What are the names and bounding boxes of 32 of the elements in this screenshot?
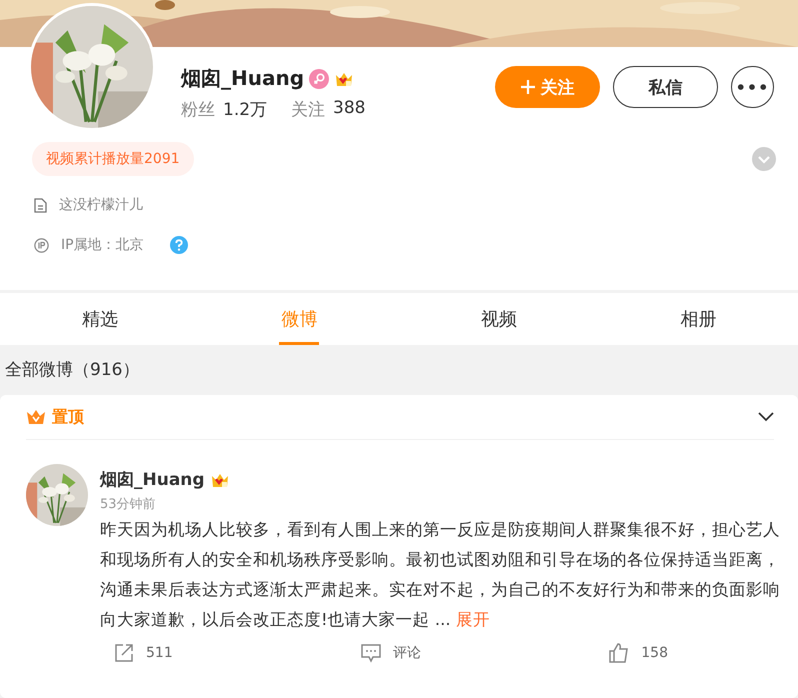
more-button[interactable]: ••• [731, 66, 774, 108]
message-button[interactable]: 私信 [613, 66, 718, 108]
comment-icon [361, 643, 381, 663]
bio-text: 这没柠檬汁儿 [59, 196, 143, 214]
like-button[interactable]: 158 [609, 641, 668, 665]
plus-icon [520, 80, 534, 94]
crown-icon [26, 408, 46, 426]
pinned-label: 置顶 [52, 406, 84, 428]
ip-location-text: IP属地：北京 [61, 236, 144, 254]
play-count-badge: 视频累计播放量2091 [32, 142, 194, 176]
post-text: 昨天因为机场人比较多，看到有人围上来的第一反应是防疫期间人群聚集很不好，担心艺人和现场所有人的安全和机场秩序受影响。最初也试图劝阻和引导在场的各位保持适当距离，沟通未果后表达方式逐渐太严肃起来。实在对不起，为自己的不友好行为和带来的负面影响向大家道歉，以后会改正态度!也请大家一起 ... 展开 [100, 519, 780, 631]
followers-count: 1.2万 [223, 99, 268, 121]
repost-button[interactable]: 511 [114, 641, 173, 665]
user-name: 烟囱_Huang [181, 65, 304, 92]
share-icon [114, 643, 134, 663]
comment-button[interactable]: 评论 [361, 641, 421, 665]
following-label: 关注 [291, 99, 326, 121]
tab[interactable]: 视频 [399, 293, 598, 345]
author-name[interactable]: 烟囱_Huang [100, 468, 205, 491]
tab[interactable]: 相册 [598, 293, 798, 345]
ip-icon [34, 238, 49, 252]
tab[interactable]: 精选 [0, 293, 200, 345]
chevron-down-icon[interactable] [758, 412, 774, 422]
followers-label: 粉丝 [181, 99, 215, 121]
document-icon [34, 198, 47, 212]
post-time: 53分钟前 [100, 496, 157, 513]
female-icon [309, 68, 330, 88]
thumbs-up-icon [609, 643, 630, 663]
feed-count-header: 全部微博（916） [5, 358, 140, 380]
following-count: 388 [333, 98, 366, 120]
help-icon[interactable] [170, 236, 188, 254]
expand-icon[interactable] [752, 147, 776, 171]
